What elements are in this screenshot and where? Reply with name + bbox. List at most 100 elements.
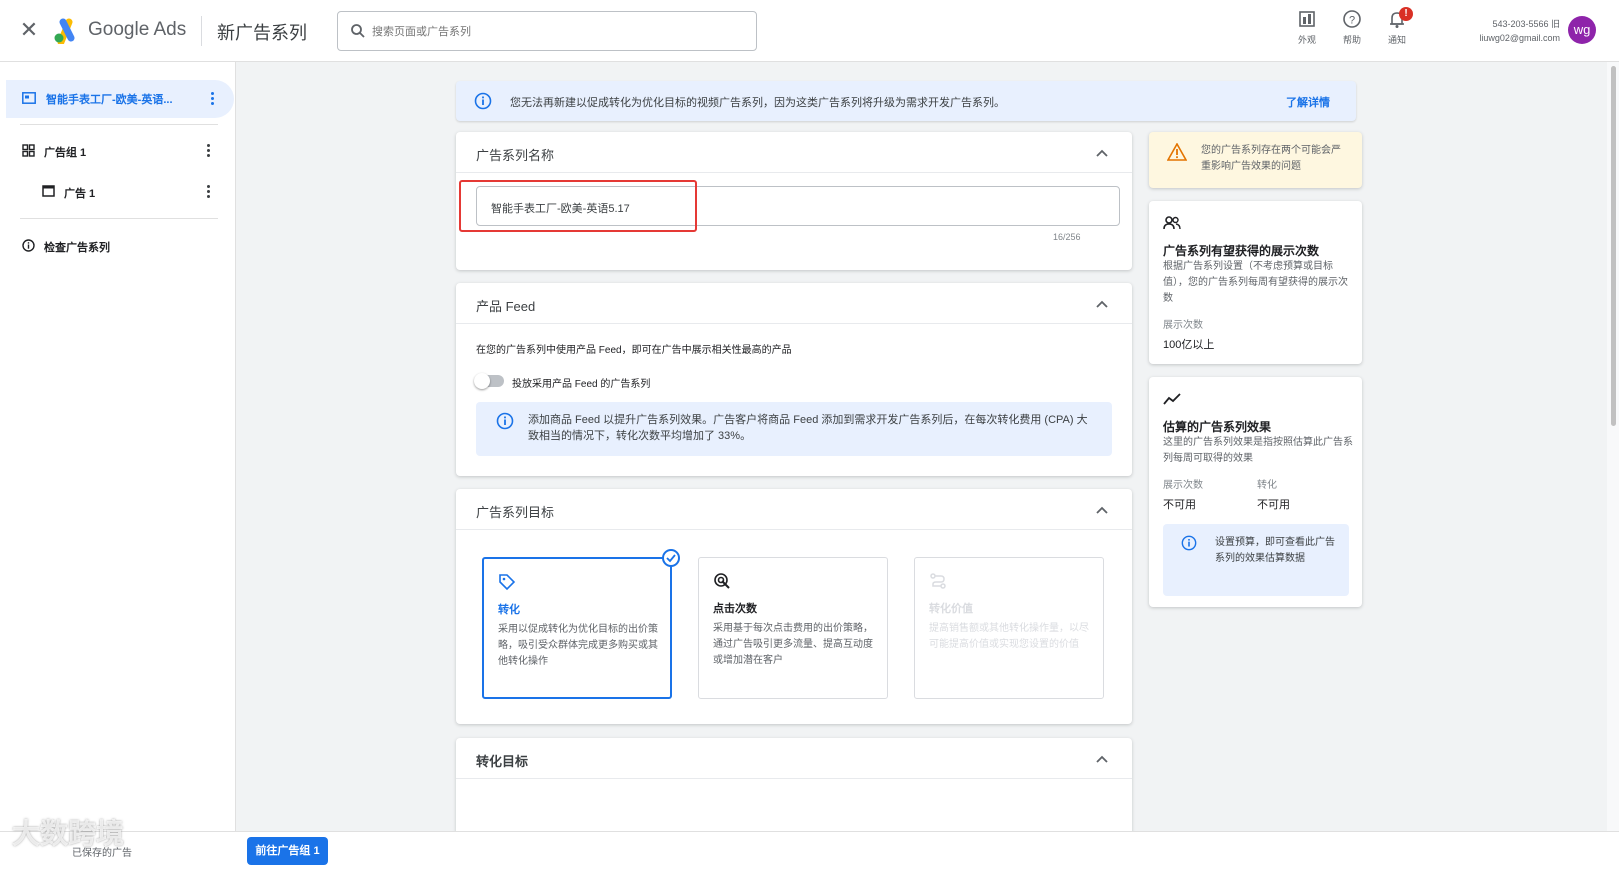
goal-title: 点击次数: [713, 603, 757, 615]
reach-card: 广告系列有望获得的展示次数 根据广告系列设置（不考虑预算或目标值），您的广告系列…: [1149, 201, 1362, 364]
estimate-title: 估算的广告系列效果: [1163, 420, 1272, 434]
divider: [201, 16, 202, 46]
warning-card[interactable]: 您的广告系列存在两个可能会严重影响广告效果的问题: [1149, 132, 1362, 188]
campaign-icon: [22, 92, 36, 104]
sidebar-item-campaign[interactable]: 智能手表工厂-欧美-英语...: [6, 80, 234, 118]
feed-toggle[interactable]: [474, 373, 504, 389]
feed-description: 在您的广告系列中使用产品 Feed，即可在广告中展示相关性最高的产品: [476, 345, 792, 356]
goal-description: 提高销售额或其他转化操作量，以尽可能提高价值或实现您设置的价值: [929, 623, 1089, 650]
goal-option-clicks[interactable]: 点击次数 采用基于每次点击费用的出价策略，通过广告吸引更多流量、提高互动度或增加…: [698, 557, 888, 699]
learn-more-link[interactable]: 了解详情: [1286, 94, 1330, 110]
conversion-goal-card: 转化目标: [456, 738, 1132, 838]
goal-description: 采用基于每次点击费用的出价策略，通过广告吸引更多流量、提高互动度或增加潜在客户: [713, 623, 873, 666]
goal-option-conversion-value: 转化价值 提高销售额或其他转化操作量，以尽可能提高价值或实现您设置的价值: [914, 557, 1104, 699]
top-bar: ✕ Google Ads 新广告系列 外观 ? 帮助 ! 通知 543-203-…: [0, 0, 1619, 62]
feed-info-box: 添加商品 Feed 以提升广告系列效果。广告客户将商品 Feed 添加到需求开发…: [476, 402, 1112, 456]
card-title: 广告系列目标: [476, 505, 555, 520]
card-title: 转化目标: [476, 754, 529, 769]
ad-label: 广告 1: [64, 188, 96, 200]
check-icon: [662, 549, 680, 567]
goal-option-conversions[interactable]: 转化 采用以促成转化为优化目标的出价策略，吸引受众群体完成更多购买或其他转化操作: [482, 549, 680, 699]
card-title: 产品 Feed: [476, 299, 536, 314]
campaign-label: 智能手表工厂-欧美-英语...: [46, 94, 173, 106]
google-ads-logo: [54, 18, 75, 44]
main-content: 您无法再新建以促成转化为优化目标的视频广告系列，因为这类广告系列将升级为需求开发…: [236, 62, 1619, 838]
account-info[interactable]: 543-203-5566 旧 liuwg02@gmail.com: [1452, 17, 1560, 45]
review-label: 检查广告系列: [44, 242, 110, 254]
ad-group-more-icon[interactable]: [205, 143, 211, 159]
estimate-info-text: 设置预算，即可查看此广告系列的效果估算数据: [1215, 537, 1335, 564]
highlight-box: [459, 180, 697, 232]
warning-text: 您的广告系列存在两个可能会严重影响广告效果的问题: [1201, 145, 1341, 172]
estimate-impressions-label: 展示次数: [1163, 480, 1203, 491]
reach-metric-value: 100亿以上: [1163, 339, 1215, 351]
help-icon: ?: [1343, 10, 1361, 28]
ad-icon: [42, 185, 55, 197]
help-label: 帮助: [1342, 35, 1361, 45]
sidebar-item-ad[interactable]: 广告 1: [42, 184, 232, 204]
appearance-label: 外观: [1297, 35, 1316, 45]
character-counter: 16/256: [1053, 232, 1081, 242]
reach-description: 根据广告系列设置（不考虑预算或目标值），您的广告系列每周有望获得的展示次数: [1163, 261, 1348, 304]
scrollbar[interactable]: [1607, 62, 1619, 831]
divider: [456, 529, 1132, 530]
campaign-more-icon[interactable]: [209, 91, 215, 107]
chevron-up-icon[interactable]: [1094, 145, 1110, 161]
divider: [456, 778, 1132, 779]
notifications-button[interactable]: ! 通知: [1377, 7, 1417, 53]
estimate-impressions-value: 不可用: [1163, 499, 1196, 511]
campaign-goal-card: 广告系列目标 转化 采用以促成转化为优化目标的出价策略，吸引受众群体完成更多购买…: [456, 489, 1132, 724]
goal-description: 采用以促成转化为优化目标的出价策略，吸引受众群体完成更多购买或其他转化操作: [498, 624, 658, 667]
help-button[interactable]: ? 帮助: [1332, 9, 1372, 53]
info-banner: 您无法再新建以促成转化为优化目标的视频广告系列，因为这类广告系列将升级为需求开发…: [456, 81, 1356, 121]
goal-title: 转化价值: [929, 603, 973, 615]
appearance-button[interactable]: 外观: [1287, 9, 1327, 53]
divider: [20, 124, 218, 125]
goal-title: 转化: [498, 604, 520, 616]
search-box[interactable]: [337, 11, 757, 51]
click-icon: [714, 573, 730, 589]
svg-text:?: ?: [1349, 15, 1355, 27]
sidebar-item-ad-group[interactable]: 广告组 1: [22, 143, 232, 163]
search-input[interactable]: [372, 21, 742, 43]
divider: [456, 172, 1132, 173]
product-feed-card: 产品 Feed 在您的广告系列中使用产品 Feed，即可在广告中展示相关性最高的…: [456, 283, 1132, 476]
avatar[interactable]: wg: [1568, 16, 1596, 44]
sidebar: 智能手表工厂-欧美-英语... 广告组 1 广告 1 检查广告系列: [0, 62, 236, 869]
ad-group-label: 广告组 1: [44, 147, 87, 159]
info-icon: [496, 412, 514, 430]
reach-metric-label: 展示次数: [1163, 320, 1203, 331]
brand-name: Google Ads: [88, 19, 187, 40]
notification-badge: !: [1399, 7, 1413, 21]
search-icon: [351, 24, 365, 38]
sidebar-item-review[interactable]: 检查广告系列: [22, 238, 222, 258]
bottom-bar: 前往广告组 1: [0, 831, 1619, 869]
divider: [456, 323, 1132, 324]
account-email: liuwg02@gmail.com: [1479, 33, 1560, 43]
next-ad-group-button[interactable]: 前往广告组 1: [247, 837, 328, 865]
feed-info-text: 添加商品 Feed 以提升广告系列效果。广告客户将商品 Feed 添加到需求开发…: [528, 414, 1088, 442]
estimate-conversions-value: 不可用: [1257, 499, 1290, 511]
tag-icon: [499, 574, 516, 591]
ad-more-icon[interactable]: [205, 184, 211, 200]
route-icon: [930, 573, 946, 589]
estimate-card: 估算的广告系列效果 这里的广告系列效果是指按照估算此广告系列每周可取得的效果 展…: [1149, 377, 1362, 607]
reach-title: 广告系列有望获得的展示次数: [1163, 244, 1320, 258]
info-icon: [22, 239, 35, 252]
close-icon[interactable]: ✕: [18, 19, 40, 41]
appearance-icon: [1299, 11, 1315, 27]
account-id: 543-203-5566 旧: [1492, 19, 1560, 29]
trend-icon: [1163, 393, 1181, 405]
notifications-label: 通知: [1387, 35, 1406, 45]
banner-text: 您无法再新建以促成转化为优化目标的视频广告系列，因为这类广告系列将升级为需求开发…: [510, 97, 1005, 109]
campaign-name-card: 广告系列名称 智能手表工厂-欧美-英语5.17 16/256: [456, 132, 1132, 270]
warning-icon: [1167, 143, 1187, 161]
page-title: 新广告系列: [217, 23, 307, 43]
chevron-up-icon[interactable]: [1094, 751, 1110, 767]
chevron-up-icon[interactable]: [1094, 296, 1110, 312]
divider: [20, 218, 218, 219]
info-icon: [474, 92, 492, 110]
chevron-up-icon[interactable]: [1094, 502, 1110, 518]
watermark-logo: 大数跨境: [12, 818, 125, 849]
people-icon: [1163, 216, 1181, 230]
